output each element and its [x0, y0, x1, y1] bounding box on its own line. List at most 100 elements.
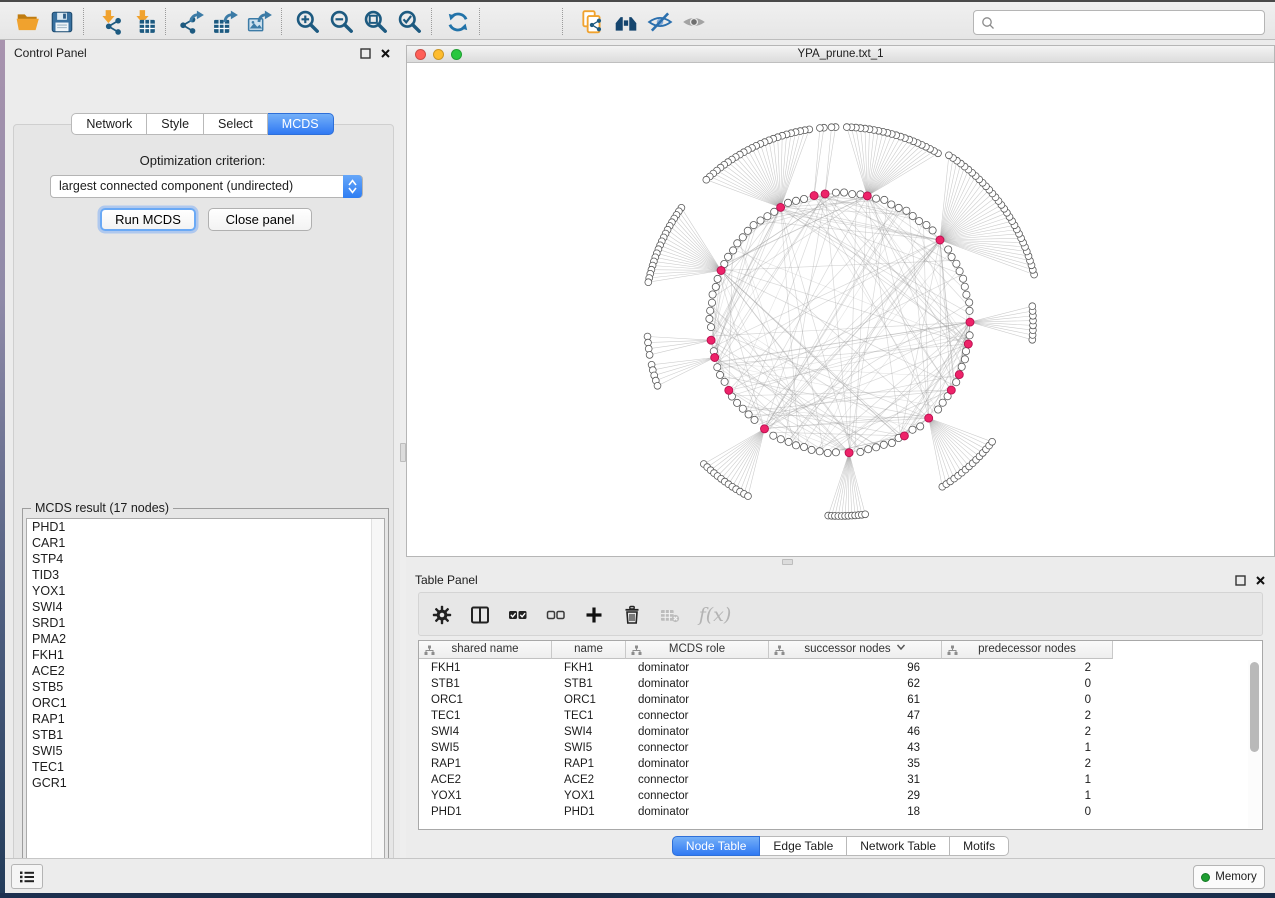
table-row[interactable]: RAP1RAP1dominator352	[419, 756, 1249, 772]
import-network-button[interactable]	[94, 7, 126, 37]
tab-mcds[interactable]: MCDS	[268, 113, 334, 135]
cell-successor-nodes: 29	[769, 788, 942, 804]
table-row[interactable]: PHD1PHD1dominator180	[419, 804, 1249, 820]
mcds-node	[845, 449, 853, 457]
import-table-icon	[131, 9, 157, 35]
column-label: name	[574, 643, 603, 655]
task-history-button[interactable]	[11, 864, 43, 889]
mcds-result-item[interactable]: TID3	[27, 567, 384, 583]
mcds-result-list[interactable]: PHD1CAR1STP4TID3YOX1SWI4SRD1PMA2FKH1ACE2…	[26, 518, 385, 875]
network-window-titlebar[interactable]: YPA_prune.txt_1	[407, 46, 1274, 63]
horizontal-splitter-grip[interactable]	[782, 559, 793, 565]
table-toolbar: f(x)	[418, 592, 1263, 636]
mcds-node	[707, 336, 715, 344]
mcds-result-item[interactable]: TEC1	[27, 759, 384, 775]
column-header-name[interactable]: name	[552, 641, 626, 659]
mcds-result-item[interactable]: ORC1	[27, 695, 384, 711]
mcds-result-item[interactable]: STB5	[27, 679, 384, 695]
cell-MCDS-role: dominator	[626, 804, 769, 820]
table-row[interactable]: TEC1TEC1connector472	[419, 708, 1249, 724]
mcds-result-item[interactable]: SWI4	[27, 599, 384, 615]
criterion-dropdown[interactable]: largest connected component (undirected)	[50, 175, 363, 198]
float-panel-icon[interactable]	[359, 47, 371, 59]
mcds-result-item[interactable]: PHD1	[27, 519, 384, 535]
tab-select[interactable]: Select	[204, 113, 268, 135]
table-row[interactable]: STB1STB1dominator620	[419, 676, 1249, 692]
close-table-panel-icon[interactable]	[1254, 574, 1266, 586]
table-row[interactable]: FKH1FKH1dominator962	[419, 660, 1249, 676]
mcds-result-item[interactable]: GCR1	[27, 775, 384, 791]
column-header-shared-name[interactable]: shared name	[419, 641, 552, 659]
save-session-button[interactable]	[46, 7, 78, 37]
mcds-list-scrollbar[interactable]	[371, 519, 384, 874]
search-input[interactable]	[995, 11, 1264, 34]
tab-node-table[interactable]: Node Table	[672, 836, 761, 856]
select-all-button[interactable]	[503, 600, 533, 630]
deselect-all-button[interactable]	[541, 600, 571, 630]
table-row[interactable]: YOX1YOX1connector291	[419, 788, 1249, 804]
refresh-layout-button[interactable]	[442, 7, 474, 37]
mcds-result-item[interactable]: STB1	[27, 727, 384, 743]
apply-function-button: f(x)	[693, 600, 737, 630]
zoom-fit-button[interactable]	[360, 7, 392, 37]
mcds-result-item[interactable]: PMA2	[27, 631, 384, 647]
columns-button[interactable]	[465, 600, 495, 630]
add-row-button[interactable]	[579, 600, 609, 630]
delete-row-button[interactable]	[617, 600, 647, 630]
network-canvas[interactable]	[407, 63, 1274, 556]
export-table-button[interactable]	[210, 7, 242, 37]
column-label: successor nodes	[804, 643, 890, 655]
table-scrollbar[interactable]	[1248, 660, 1261, 828]
table-row[interactable]: ORC1ORC1dominator610	[419, 692, 1249, 708]
table-row[interactable]: SWI4SWI4dominator462	[419, 724, 1249, 740]
zoom-out-button[interactable]	[326, 7, 358, 37]
mcds-result-item[interactable]: CAR1	[27, 535, 384, 551]
column-header-predecessor-nodes[interactable]: predecessor nodes	[942, 641, 1113, 659]
table-row[interactable]: SWI5SWI5connector431	[419, 740, 1249, 756]
run-mcds-button[interactable]: Run MCDS	[100, 208, 196, 231]
export-network-button[interactable]	[176, 7, 208, 37]
horizontal-splitter[interactable]	[406, 557, 1275, 568]
mcds-result-item[interactable]: SRD1	[27, 615, 384, 631]
toolbar-separator	[281, 8, 282, 35]
open-session-button[interactable]	[12, 7, 44, 37]
zoom-in-button[interactable]	[292, 7, 324, 37]
clone-network-button[interactable]	[576, 7, 608, 37]
table-scrollbar-thumb[interactable]	[1250, 662, 1259, 752]
float-table-panel-icon[interactable]	[1234, 574, 1246, 586]
maximize-window-icon[interactable]	[451, 49, 462, 60]
table-panel-titlebar: Table Panel	[406, 568, 1275, 592]
cell-name: TEC1	[552, 708, 626, 724]
column-header-successor-nodes[interactable]: successor nodes	[769, 641, 942, 659]
mcds-result-item[interactable]: FKH1	[27, 647, 384, 663]
close-panel-icon[interactable]	[379, 47, 391, 59]
close-window-icon[interactable]	[415, 49, 426, 60]
zoom-selected-button[interactable]	[394, 7, 426, 37]
tab-motifs[interactable]: Motifs	[950, 836, 1009, 856]
import-table-button[interactable]	[128, 7, 160, 37]
settings-button[interactable]	[427, 600, 457, 630]
export-image-button[interactable]	[244, 7, 276, 37]
cell-shared-name: FKH1	[419, 660, 552, 676]
cell-name: STB1	[552, 676, 626, 692]
minimize-window-icon[interactable]	[433, 49, 444, 60]
search-all-button[interactable]	[610, 7, 642, 37]
search-field[interactable]	[973, 10, 1265, 35]
tab-edge-table[interactable]: Edge Table	[760, 836, 847, 856]
column-header-MCDS-role[interactable]: MCDS role	[626, 641, 769, 659]
mcds-result-item[interactable]: STP4	[27, 551, 384, 567]
mcds-result-item[interactable]: SWI5	[27, 743, 384, 759]
tab-network[interactable]: Network	[71, 113, 147, 135]
memory-button[interactable]: Memory	[1193, 865, 1265, 889]
tab-style[interactable]: Style	[147, 113, 204, 135]
table-row[interactable]: ACE2ACE2connector311	[419, 772, 1249, 788]
close-panel-button[interactable]: Close panel	[208, 208, 312, 231]
hide-graphics-details-button[interactable]	[644, 7, 676, 37]
mcds-result-item[interactable]: ACE2	[27, 663, 384, 679]
mcds-result-item[interactable]: RAP1	[27, 711, 384, 727]
tab-network-table[interactable]: Network Table	[847, 836, 950, 856]
cell-name: ORC1	[552, 692, 626, 708]
control-panel-titlebar: Control Panel	[5, 40, 400, 66]
mcds-result-groupbox: MCDS result (17 nodes) PHD1CAR1STP4TID3Y…	[22, 508, 389, 878]
mcds-result-item[interactable]: YOX1	[27, 583, 384, 599]
